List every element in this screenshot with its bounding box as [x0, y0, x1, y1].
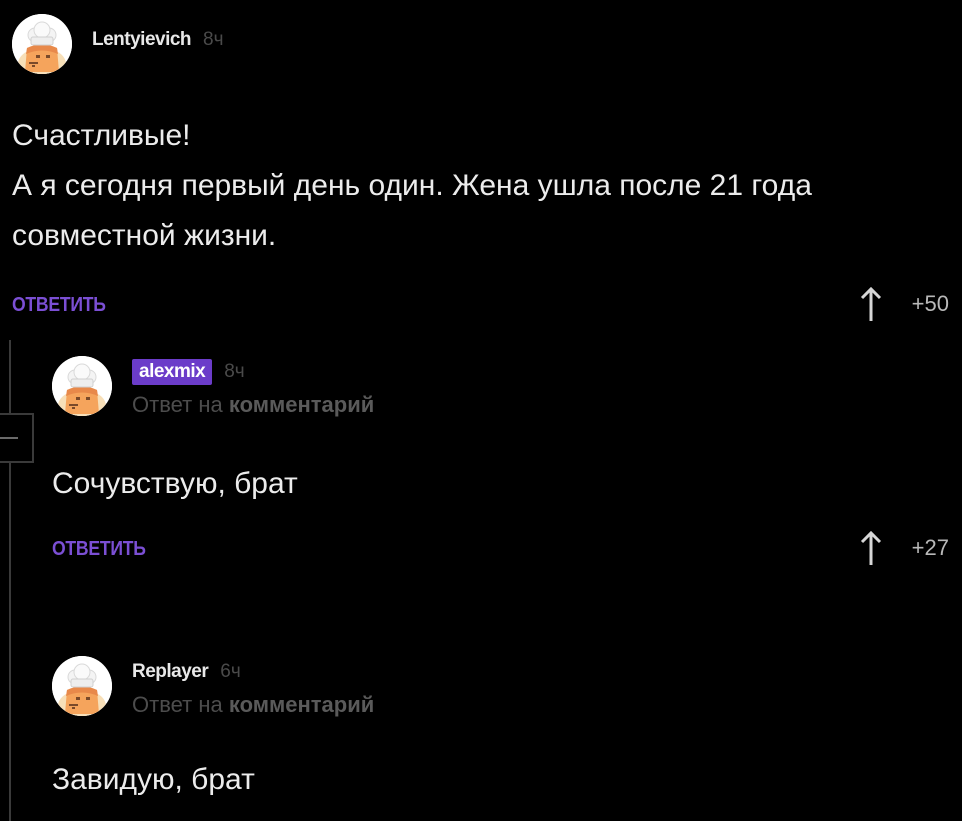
collapse-thread-icon[interactable]: [0, 413, 34, 463]
reply-to: Ответ на комментарий: [132, 392, 374, 418]
score: +27: [911, 535, 949, 560]
comment-text-line: Сочувствую, брат: [52, 467, 298, 500]
default-avatar-chef-icon[interactable]: [52, 356, 112, 416]
comment-text-line: совместной жизни.: [12, 219, 277, 252]
name-line: Lentyievich 8ч: [92, 26, 224, 54]
score: +50: [911, 291, 949, 316]
comment-text-line: А я сегодня первый день один. Жена ушла …: [12, 169, 812, 202]
username[interactable]: alexmix: [132, 359, 213, 385]
upvote-arrow-icon[interactable]: [860, 530, 882, 566]
timestamp: 6ч: [220, 661, 241, 682]
reply-to-link[interactable]: комментарий: [229, 392, 374, 417]
name-line: Replayer 6ч: [132, 658, 374, 686]
comments-thread: Lentyievich 8ч Счастливые! А я сегодня п…: [0, 0, 962, 821]
default-avatar-chef-icon[interactable]: [52, 656, 112, 716]
comment-meta: Replayer 6ч Ответ на комментарий: [132, 656, 374, 718]
comment-text: Счастливые! А я сегодня первый день один…: [12, 111, 812, 261]
username[interactable]: Replayer: [132, 661, 209, 683]
reply-to-prefix: Ответ на: [132, 692, 223, 717]
comment-meta: Lentyievich 8ч: [92, 14, 224, 54]
comment-text: Завидую, брат: [52, 755, 255, 805]
comment-actions: ОТВЕТИТЬ +27: [0, 530, 962, 570]
comment-text: Сочувствую, брат: [52, 459, 298, 509]
reply-to-prefix: Ответ на: [132, 392, 223, 417]
upvote-arrow-icon[interactable]: [860, 286, 882, 322]
reply-button[interactable]: ОТВЕТИТЬ: [52, 538, 146, 561]
name-line: alexmix 8ч: [132, 358, 374, 386]
reply-to-link[interactable]: комментарий: [229, 692, 374, 717]
default-avatar-chef-icon[interactable]: [12, 14, 72, 74]
reply-to: Ответ на комментарий: [132, 692, 374, 718]
timestamp: 8ч: [203, 29, 224, 50]
timestamp: 8ч: [224, 361, 245, 382]
comment-header: alexmix 8ч Ответ на комментарий: [52, 356, 374, 418]
username[interactable]: Lentyievich: [92, 29, 192, 51]
comment-header: Replayer 6ч Ответ на комментарий: [52, 656, 374, 718]
comment-meta: alexmix 8ч Ответ на комментарий: [132, 356, 374, 418]
reply-button[interactable]: ОТВЕТИТЬ: [12, 294, 106, 317]
comment-header: Lentyievich 8ч: [12, 14, 224, 74]
comment-text-line: Счастливые!: [12, 119, 191, 152]
comment-actions: ОТВЕТИТЬ +50: [0, 286, 962, 326]
vote-block: +27: [860, 530, 949, 566]
vote-block: +50: [860, 286, 949, 322]
comment-text-line: Завидую, брат: [52, 763, 255, 796]
